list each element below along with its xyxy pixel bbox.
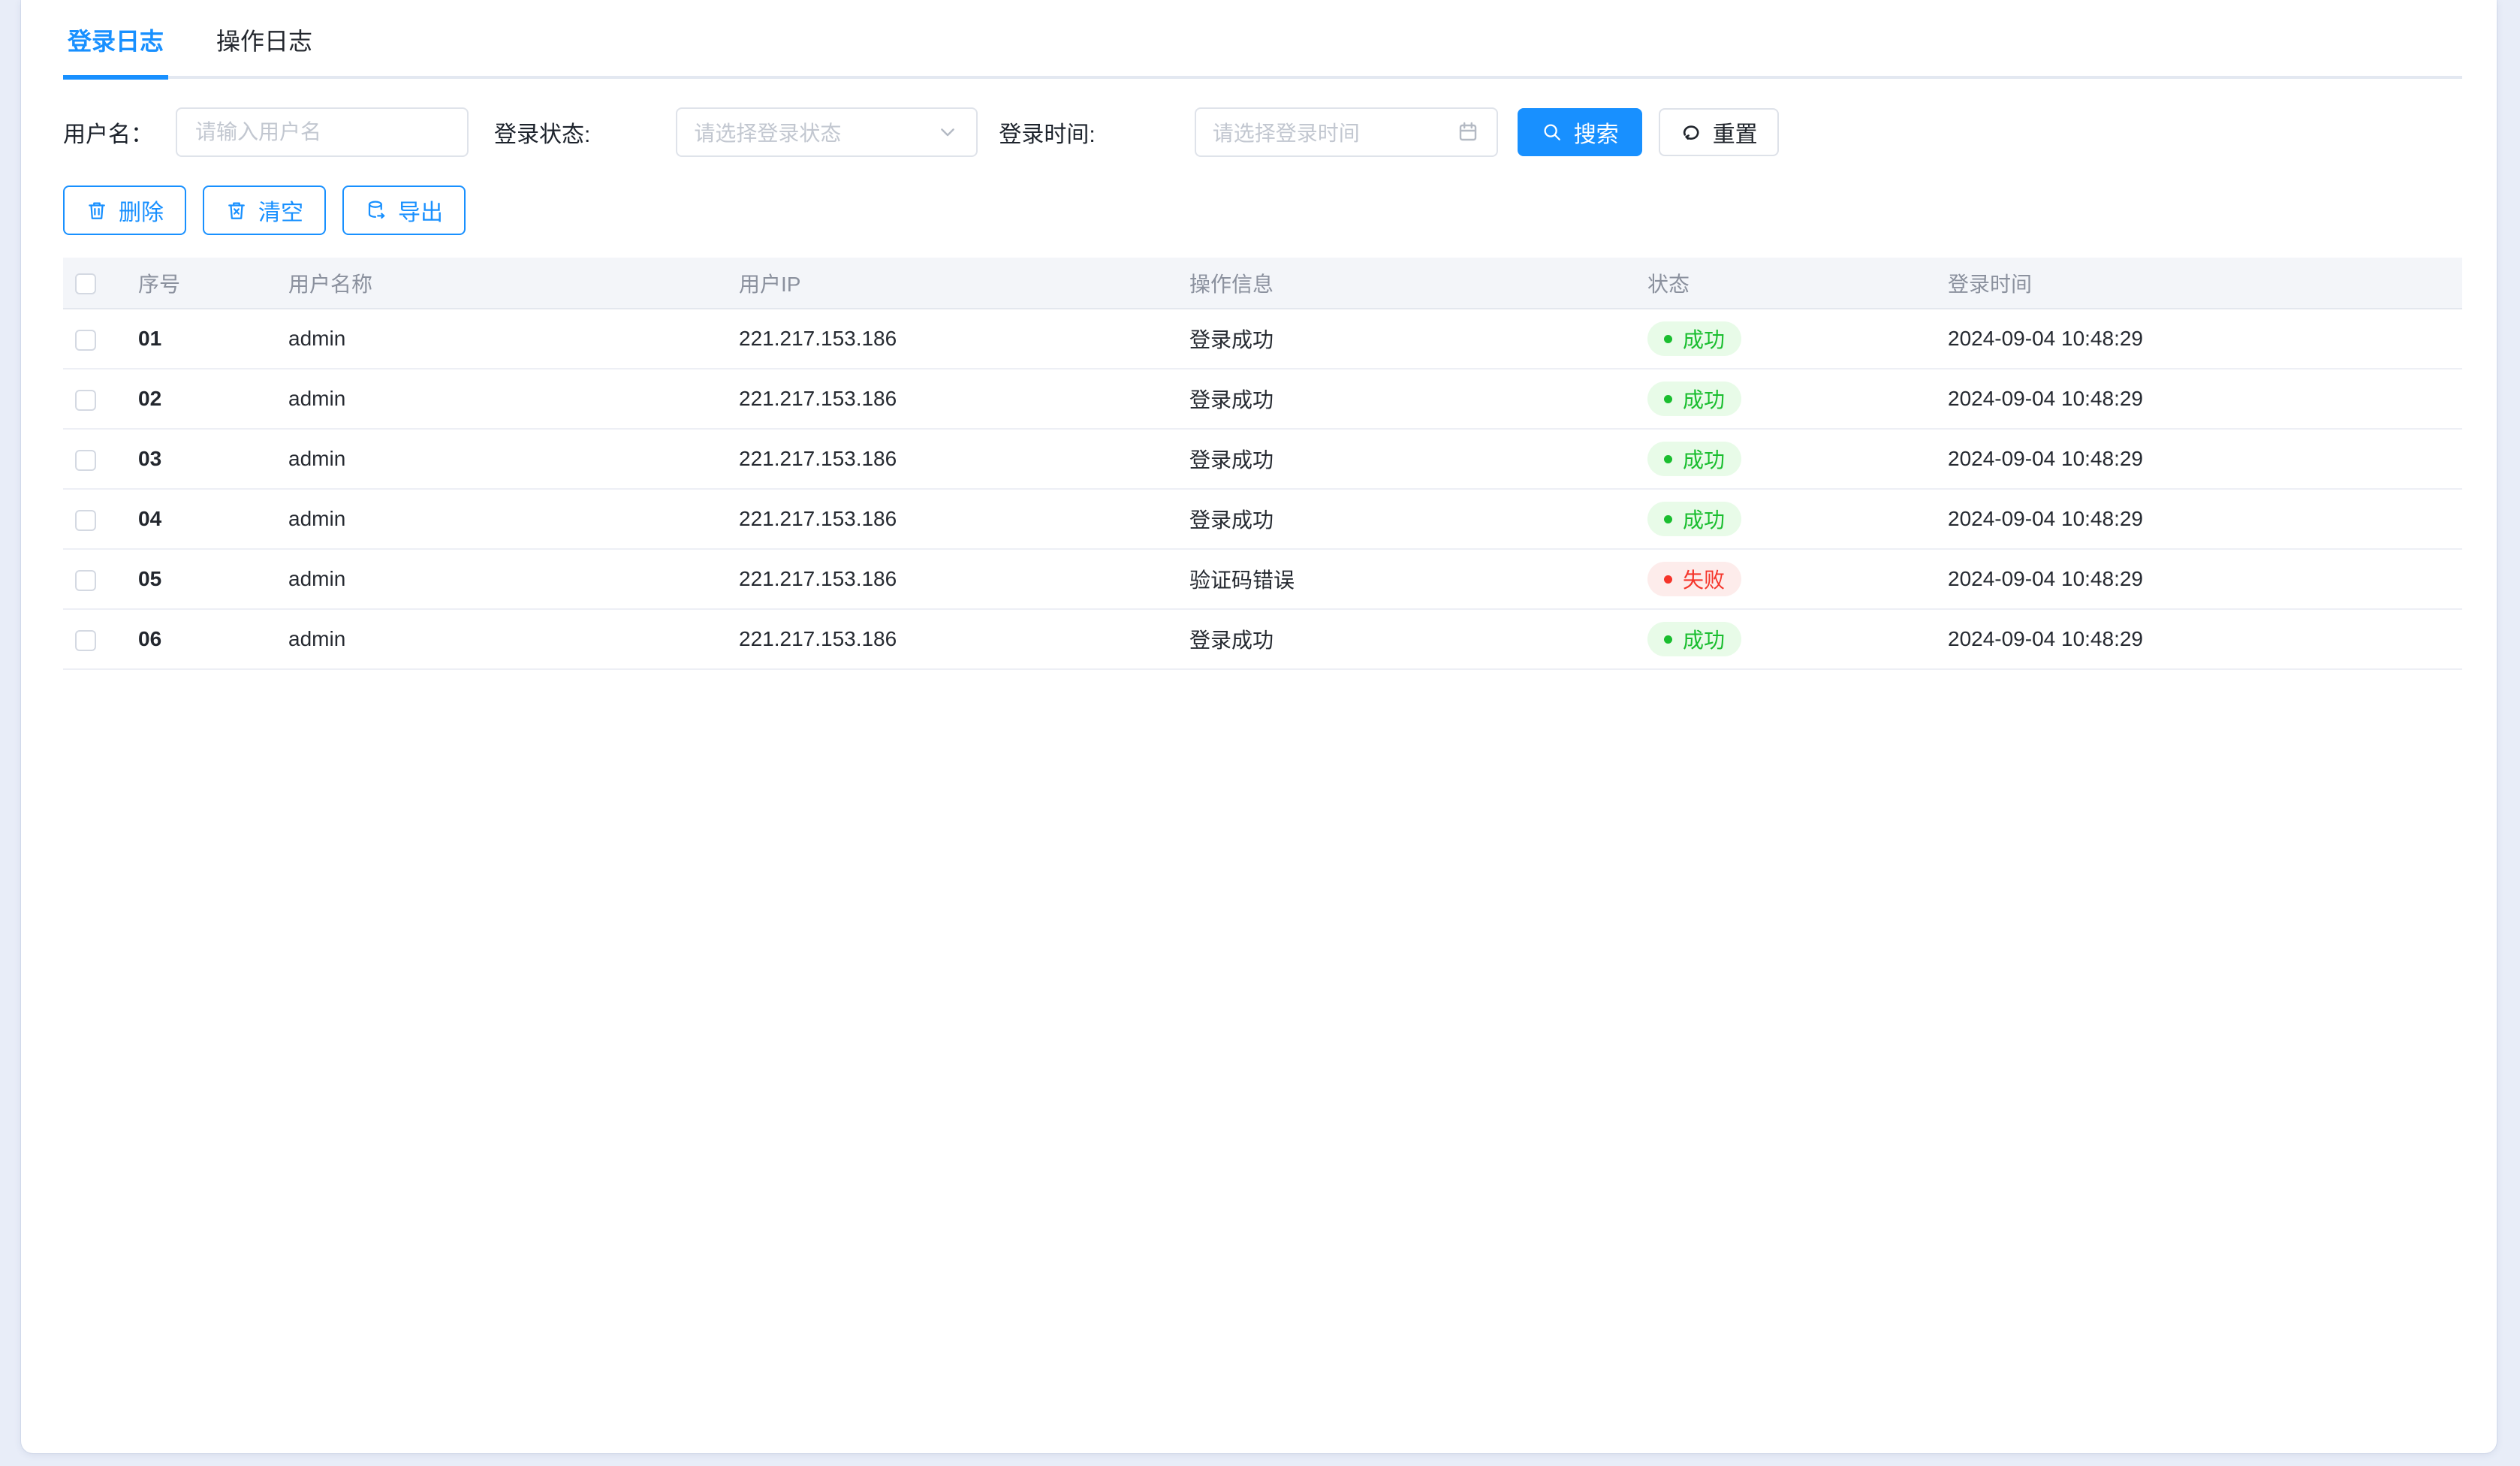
status-badge: 成功 — [1647, 502, 1741, 536]
cell-info: 登录成功 — [1174, 489, 1632, 549]
cell-ip: 221.217.153.186 — [724, 369, 1174, 429]
cell-time: 2024-09-04 10:48:29 — [1933, 309, 2462, 369]
login-status-placeholder: 请选择登录状态 — [694, 117, 936, 147]
cell-info: 登录成功 — [1174, 609, 1632, 669]
cell-index: 04 — [123, 489, 273, 549]
status-badge: 失败 — [1647, 562, 1741, 596]
export-button[interactable]: 导出 — [342, 186, 466, 235]
cell-user: admin — [273, 309, 724, 369]
clear-button[interactable]: 清空 — [203, 186, 326, 235]
trash-x-icon — [225, 199, 248, 222]
login-time-picker[interactable]: 请选择登录时间 — [1195, 107, 1498, 157]
cell-index: 03 — [123, 429, 273, 489]
cell-user: admin — [273, 609, 724, 669]
status-dot-icon — [1664, 515, 1672, 523]
calendar-icon — [1456, 120, 1480, 144]
log-table: 序号 用户名称 用户IP 操作信息 状态 登录时间 01 admin 221.2… — [63, 258, 2462, 670]
delete-button-label: 删除 — [119, 194, 164, 227]
username-label: 用户名： — [63, 116, 153, 149]
status-dot-icon — [1664, 575, 1672, 584]
status-badge: 成功 — [1647, 622, 1741, 656]
export-button-label: 导出 — [398, 194, 443, 227]
status-dot-icon — [1664, 635, 1672, 644]
col-header-ip: 用户IP — [724, 258, 1174, 309]
status-badge: 成功 — [1647, 382, 1741, 416]
cell-ip: 221.217.153.186 — [724, 309, 1174, 369]
cell-user: admin — [273, 429, 724, 489]
cell-time: 2024-09-04 10:48:29 — [1933, 549, 2462, 609]
login-status-select[interactable]: 请选择登录状态 — [676, 107, 978, 157]
cell-ip: 221.217.153.186 — [724, 609, 1174, 669]
status-badge: 成功 — [1647, 442, 1741, 476]
tab-login-log[interactable]: 登录日志 — [63, 20, 168, 80]
row-checkbox[interactable] — [75, 570, 96, 591]
cell-ip: 221.217.153.186 — [724, 489, 1174, 549]
cell-index: 02 — [123, 369, 273, 429]
cell-index: 05 — [123, 549, 273, 609]
cell-info: 登录成功 — [1174, 309, 1632, 369]
select-all-checkbox[interactable] — [75, 273, 96, 294]
table-row: 01 admin 221.217.153.186 登录成功 成功 2024-09… — [63, 309, 2462, 369]
filter-row: 用户名： 登录状态: 请选择登录状态 登录时间: 请选择登录时间 搜索 — [63, 107, 2462, 157]
clear-button-label: 清空 — [258, 194, 303, 227]
reset-button-label: 重置 — [1713, 116, 1758, 149]
table-row: 02 admin 221.217.153.186 登录成功 成功 2024-09… — [63, 369, 2462, 429]
table-row: 04 admin 221.217.153.186 登录成功 成功 2024-09… — [63, 489, 2462, 549]
table-row: 05 admin 221.217.153.186 验证码错误 失败 2024-0… — [63, 549, 2462, 609]
status-dot-icon — [1664, 335, 1672, 343]
table-row: 06 admin 221.217.153.186 登录成功 成功 2024-09… — [63, 609, 2462, 669]
search-icon — [1541, 121, 1563, 143]
cell-ip: 221.217.153.186 — [724, 429, 1174, 489]
col-header-info: 操作信息 — [1174, 258, 1632, 309]
row-checkbox[interactable] — [75, 510, 96, 531]
col-header-user: 用户名称 — [273, 258, 724, 309]
col-header-time: 登录时间 — [1933, 258, 2462, 309]
trash-icon — [86, 199, 108, 222]
cell-time: 2024-09-04 10:48:29 — [1933, 369, 2462, 429]
row-checkbox[interactable] — [75, 330, 96, 351]
status-badge: 成功 — [1647, 321, 1741, 356]
row-checkbox[interactable] — [75, 390, 96, 411]
toolbar: 删除 清空 导出 — [63, 186, 2462, 235]
col-header-index: 序号 — [123, 258, 273, 309]
row-checkbox[interactable] — [75, 450, 96, 471]
delete-button[interactable]: 删除 — [63, 186, 186, 235]
cell-user: admin — [273, 489, 724, 549]
cell-index: 06 — [123, 609, 273, 669]
table-row: 03 admin 221.217.153.186 登录成功 成功 2024-09… — [63, 429, 2462, 489]
cell-index: 01 — [123, 309, 273, 369]
cell-time: 2024-09-04 10:48:29 — [1933, 489, 2462, 549]
cell-ip: 221.217.153.186 — [724, 549, 1174, 609]
cell-time: 2024-09-04 10:48:29 — [1933, 429, 2462, 489]
database-export-icon — [365, 199, 387, 222]
cell-user: admin — [273, 369, 724, 429]
cell-info: 登录成功 — [1174, 369, 1632, 429]
status-dot-icon — [1664, 455, 1672, 463]
search-button-label: 搜索 — [1574, 116, 1619, 149]
content-card: 登录日志 操作日志 用户名： 登录状态: 请选择登录状态 登录时间: 请选择登录… — [21, 0, 2497, 1453]
row-checkbox[interactable] — [75, 630, 96, 651]
reset-button[interactable]: 重置 — [1659, 108, 1779, 156]
cell-user: admin — [273, 549, 724, 609]
login-status-label: 登录状态: — [494, 116, 590, 149]
login-time-placeholder: 请选择登录时间 — [1213, 117, 1456, 147]
status-dot-icon — [1664, 395, 1672, 403]
col-header-status: 状态 — [1632, 258, 1933, 309]
tab-bar: 登录日志 操作日志 — [63, 0, 2462, 79]
login-time-label: 登录时间: — [999, 116, 1095, 149]
table-header-row: 序号 用户名称 用户IP 操作信息 状态 登录时间 — [63, 258, 2462, 309]
username-input[interactable] — [176, 107, 469, 157]
search-button[interactable]: 搜索 — [1518, 108, 1642, 156]
chevron-down-icon — [936, 120, 960, 144]
reset-icon — [1680, 121, 1702, 143]
cell-info: 验证码错误 — [1174, 549, 1632, 609]
tab-operation-log[interactable]: 操作日志 — [212, 20, 317, 76]
cell-time: 2024-09-04 10:48:29 — [1933, 609, 2462, 669]
cell-info: 登录成功 — [1174, 429, 1632, 489]
